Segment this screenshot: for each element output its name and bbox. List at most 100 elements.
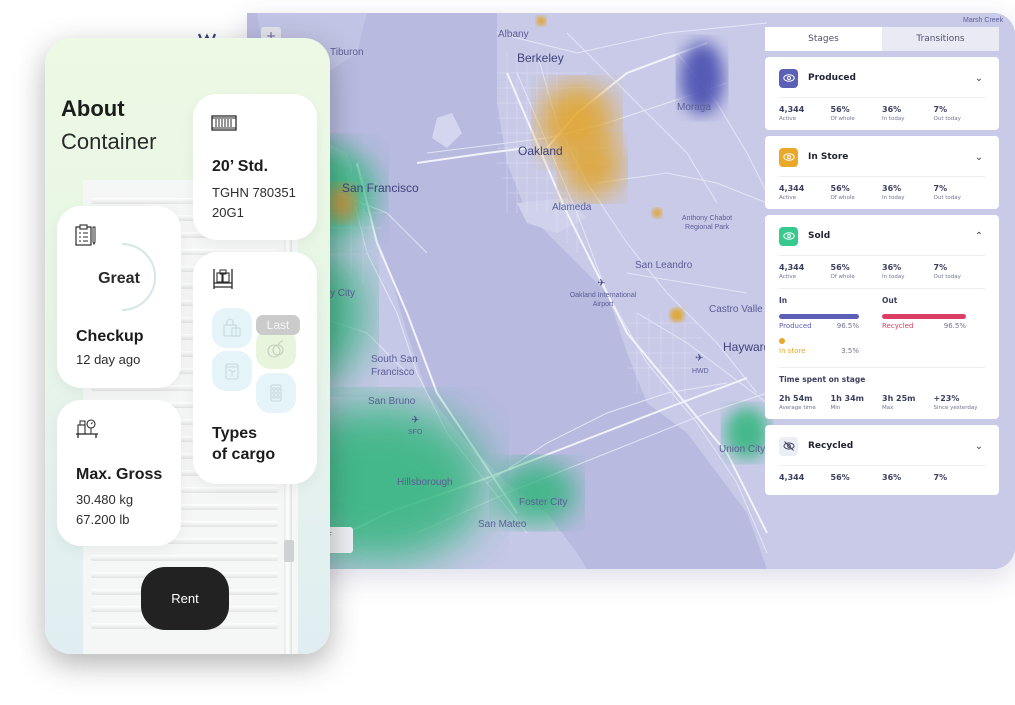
map-label-foster-city: Foster City xyxy=(519,497,568,508)
time-heading: Time spent on stage xyxy=(779,375,866,384)
airport-icon: ✈ xyxy=(411,415,420,426)
pallet-icon xyxy=(212,268,234,294)
checkup-status: Great xyxy=(98,270,140,287)
stat-value: 56% xyxy=(830,184,850,193)
page-title: About xyxy=(61,96,125,121)
stat-value: 4,344 xyxy=(779,105,805,114)
max-gross-card[interactable]: Max. Gross 30.480 kg 67.200 lb xyxy=(57,400,181,546)
in-heading: In xyxy=(779,296,788,305)
in-store-bar xyxy=(779,338,785,344)
map-label-tiburon: Tiburon xyxy=(330,47,364,58)
screen: + Tiburon Albany Berkeley Oakland Alamed… xyxy=(0,0,1015,705)
stat-label: Active xyxy=(779,274,797,280)
map-label-anthony-chabot: Anthony Chabot Regional Park xyxy=(681,215,733,231)
cargo-types-card[interactable]: Types of cargo xyxy=(193,252,317,484)
tab-stages[interactable]: Stages xyxy=(765,27,882,51)
stat-label: Of whole xyxy=(830,116,855,122)
map-label-san-francisco: San Francisco xyxy=(342,181,419,195)
stage-stats: 4,344 Active 56% Of whole 36% In today 7% Ou… xyxy=(779,105,985,122)
stage-header[interactable]: In Store ⌄ xyxy=(779,146,985,168)
stat-value: 3h 25m xyxy=(882,394,916,403)
stat-value: 36% xyxy=(882,105,902,114)
in-store-value: 3.5% xyxy=(841,347,859,355)
stage-title: Produced xyxy=(808,73,856,83)
scale-weight-icon xyxy=(75,418,99,444)
divider xyxy=(779,97,985,98)
max-gross-lb: 67.200 lb xyxy=(76,512,130,527)
map-label-hayward: Hayward xyxy=(723,340,771,354)
stage-header[interactable]: Recycled ⌄ xyxy=(779,435,985,457)
in-store-label: In store xyxy=(779,347,806,355)
in-column: In Produced 96.5% In store 3.5% xyxy=(779,296,882,355)
container-size-title: 20’ Std. xyxy=(212,158,269,175)
stage-card-in-store: In Store ⌄ 4,344 Active 56% Of whole 36% In… xyxy=(765,136,999,209)
rent-button[interactable]: Rent xyxy=(141,567,229,630)
out-recycled-label: Recycled xyxy=(882,322,914,330)
container-size-card[interactable]: 20’ Std. TGHN 780351 20G1 xyxy=(193,94,317,240)
map-label-san-bruno: San Bruno xyxy=(368,396,416,407)
stat-value: 7% xyxy=(933,473,948,482)
out-column: Out Recycled 96.5% xyxy=(882,296,985,355)
chevron-down-icon[interactable]: ⌄ xyxy=(973,152,985,163)
stage-stats: 4,344 Active 56% Of whole 36% In today 7% Ou… xyxy=(779,184,985,201)
stat-label: Out today xyxy=(933,195,961,201)
cargo-title-line1: Types xyxy=(212,425,258,442)
stat-value: +23% xyxy=(933,394,960,403)
map-label-marsh-creek: Marsh Creek xyxy=(963,17,1004,24)
stage-stats: 4,344 56% 36% 7% xyxy=(779,473,985,482)
stat-value: 4,344 xyxy=(779,263,805,272)
stat-value: 56% xyxy=(830,105,850,114)
map-label-oakland-airport: Oakland International Airport xyxy=(569,292,637,308)
stat-value: 2h 54m xyxy=(779,394,813,403)
stat-label: In today xyxy=(882,274,905,280)
stat-label: Active xyxy=(779,195,797,201)
chevron-up-icon[interactable]: ⌃ xyxy=(973,231,985,242)
cargo-bag-icon[interactable] xyxy=(212,308,252,348)
checkup-title: Checkup xyxy=(76,328,144,345)
last-badge: Last xyxy=(256,315,300,335)
map-label-moraga: Moraga xyxy=(677,102,711,113)
divider xyxy=(779,288,985,289)
max-gross-kg: 30.480 kg xyxy=(76,492,134,507)
chevron-down-icon[interactable]: ⌄ xyxy=(973,73,985,84)
cargo-jar-icon[interactable] xyxy=(212,351,252,391)
map-label-union-city: Union City xyxy=(719,444,766,455)
eye-icon xyxy=(779,226,798,246)
chevron-down-icon[interactable]: ⌄ xyxy=(973,441,985,452)
in-produced-label: Produced xyxy=(779,322,812,330)
divider xyxy=(779,176,985,177)
map-label-castro-valley: Castro Valle xyxy=(709,304,763,315)
airport-icon: ✈ xyxy=(597,278,606,289)
stage-header[interactable]: Produced ⌄ xyxy=(779,67,985,89)
map-label-daly-city: y City xyxy=(330,288,355,299)
stat-value: 56% xyxy=(830,263,850,272)
divider xyxy=(779,367,985,368)
stat-label: Out today xyxy=(933,116,961,122)
checkup-date: 12 day ago xyxy=(76,352,141,367)
out-heading: Out xyxy=(882,296,898,305)
map-dashboard: + Tiburon Albany Berkeley Oakland Alamed… xyxy=(247,13,1015,569)
container-id: TGHN 780351 xyxy=(212,185,296,200)
divider xyxy=(779,465,985,466)
stat-label: In today xyxy=(882,195,905,201)
in-produced-value: 96.5% xyxy=(836,322,859,330)
stat-label: Active xyxy=(779,116,797,122)
cargo-pills-icon[interactable] xyxy=(256,373,296,413)
stage-header[interactable]: Sold ⌃ xyxy=(779,225,985,247)
tab-transitions[interactable]: Transitions xyxy=(882,27,999,51)
map-label-south-sf-2: Francisco xyxy=(371,367,415,378)
stat-value: 56% xyxy=(830,473,850,482)
map-label-albany: Albany xyxy=(498,29,529,40)
cargo-fruit-icon[interactable] xyxy=(256,329,296,369)
checkup-card[interactable]: Great Checkup 12 day ago xyxy=(57,206,181,388)
airport-icon: ✈ xyxy=(695,353,704,364)
panel-tabs: Stages Transitions xyxy=(765,27,999,51)
stat-value: 1h 34m xyxy=(830,394,865,403)
stage-stats: 4,344 Active 56% Of whole 36% In today 7% Ou… xyxy=(779,263,985,280)
map-label-hillsborough: Hillsborough xyxy=(397,477,453,488)
stages-panel: Stages Transitions Produced ⌄ 4,344 Activ… xyxy=(765,27,999,495)
container-handle xyxy=(284,540,294,562)
map-label-san-leandro: San Leandro xyxy=(635,260,693,271)
eye-off-icon xyxy=(779,436,798,456)
max-gross-title: Max. Gross xyxy=(76,466,163,483)
